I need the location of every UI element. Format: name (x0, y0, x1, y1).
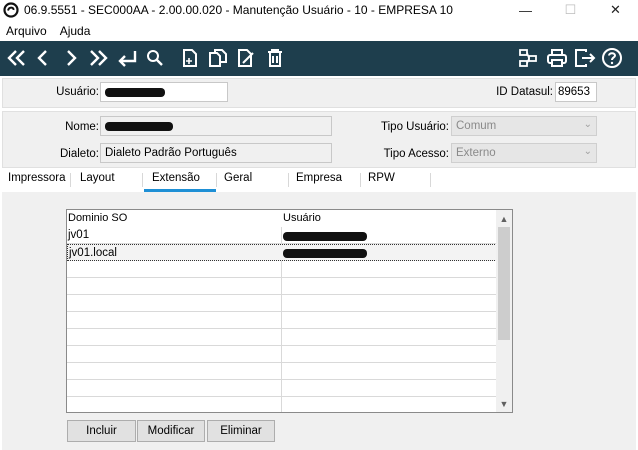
redacted-usuario-cell (283, 249, 367, 258)
menu-arquivo[interactable]: Arquivo (0, 24, 54, 38)
tab-separator (430, 173, 431, 187)
tab-geral[interactable]: Geral (224, 172, 252, 184)
column-header-usuario[interactable]: Usuário (283, 212, 321, 224)
return-icon[interactable] (115, 45, 139, 71)
table-row-empty[interactable] (67, 261, 497, 278)
previous-icon[interactable] (34, 45, 52, 71)
tab-separator (288, 173, 289, 187)
minimize-icon[interactable]: — (503, 0, 548, 20)
id-datasul-field[interactable]: 89653 (555, 82, 597, 102)
redacted-usuario-cell (283, 232, 367, 241)
structure-icon[interactable] (517, 45, 539, 71)
last-icon[interactable] (87, 45, 109, 71)
menu-bar: Arquivo Ajuda (0, 20, 638, 41)
window-title: 06.9.5551 - SEC000AA - 2.00.00.020 - Man… (24, 3, 453, 17)
first-icon[interactable] (6, 45, 28, 71)
dialeto-field[interactable]: Dialeto Padrão Português (100, 143, 332, 163)
tipo-acesso-value: Externo (456, 147, 496, 159)
header-panel: Usuário: ID Datasul: 89653 (2, 78, 636, 108)
table-row-empty[interactable] (67, 363, 497, 380)
copy-icon[interactable] (207, 45, 229, 71)
tab-rpw[interactable]: RPW (368, 172, 395, 184)
extension-grid[interactable]: Dominio SO Usuário jv01 jv01.local ▲ ▼ (66, 209, 513, 413)
cell-dominio: jv01.local (69, 247, 117, 259)
table-row[interactable]: jv01 (67, 227, 497, 244)
table-row-empty[interactable] (67, 295, 497, 312)
edit-icon[interactable] (236, 45, 258, 71)
incluir-button[interactable]: Incluir (67, 420, 136, 442)
nome-label: Nome: (65, 121, 99, 133)
details-panel: Nome: Dialeto: Dialeto Padrão Português … (2, 111, 636, 168)
toolbar (0, 41, 638, 76)
tab-layout[interactable]: Layout (80, 172, 115, 184)
tipo-acesso-label: Tipo Acesso: (383, 148, 449, 160)
column-header-dominio-so[interactable]: Dominio SO (68, 212, 127, 224)
grid-scrollbar[interactable]: ▲ ▼ (496, 210, 512, 412)
tipo-usuario-label: Tipo Usuário: (381, 121, 449, 133)
cell-dominio: jv01 (68, 229, 90, 241)
tab-separator (216, 173, 217, 187)
title-bar: 06.9.5551 - SEC000AA - 2.00.00.020 - Man… (0, 0, 638, 20)
table-row-empty[interactable] (67, 278, 497, 295)
tab-separator (360, 173, 361, 187)
app-icon (3, 2, 19, 18)
chevron-down-icon: ⌄ (583, 119, 592, 130)
scroll-down-icon[interactable]: ▼ (496, 396, 512, 411)
table-row-empty[interactable] (67, 346, 497, 363)
tab-separator (142, 173, 143, 187)
tipo-acesso-select[interactable]: Externo ⌄ (451, 143, 597, 163)
tab-separator (70, 173, 71, 187)
redacted-nome (105, 122, 173, 131)
tipo-usuario-value: Comum (456, 120, 497, 132)
nome-field[interactable] (100, 116, 332, 136)
id-datasul-label: ID Datasul: (496, 86, 553, 98)
usuario-field[interactable] (100, 82, 228, 102)
new-icon[interactable] (180, 45, 200, 71)
next-icon[interactable] (62, 45, 80, 71)
tab-extensao[interactable]: Extensão (152, 172, 200, 184)
delete-icon[interactable] (264, 45, 286, 71)
tab-impressora[interactable]: Impressora (8, 172, 66, 184)
scroll-up-icon[interactable]: ▲ (496, 211, 512, 226)
chevron-down-icon: ⌄ (583, 146, 592, 157)
help-icon[interactable] (600, 45, 624, 71)
tab-empresa[interactable]: Empresa (296, 172, 342, 184)
grid-header: Dominio SO Usuário (67, 210, 497, 227)
table-row-empty[interactable] (67, 380, 497, 397)
scrollbar-thumb[interactable] (498, 227, 510, 340)
table-row-selected[interactable]: jv01.local (67, 244, 497, 261)
redacted-usuario (105, 88, 165, 97)
search-icon[interactable] (145, 45, 165, 71)
tipo-usuario-select[interactable]: Comum ⌄ (451, 116, 597, 136)
maximize-icon[interactable]: ☐ (548, 0, 593, 20)
usuario-label: Usuário: (56, 86, 99, 98)
close-icon[interactable]: ✕ (593, 0, 638, 20)
tab-strip: Impressora Layout Extensão Geral Empresa… (2, 170, 636, 192)
menu-ajuda[interactable]: Ajuda (54, 24, 98, 38)
print-icon[interactable] (545, 45, 569, 71)
table-row-empty[interactable] (67, 329, 497, 346)
dialeto-label: Dialeto: (60, 148, 99, 160)
eliminar-button[interactable]: Eliminar (207, 420, 275, 442)
table-row-empty[interactable] (67, 312, 497, 329)
exit-icon[interactable] (573, 45, 597, 71)
modificar-button[interactable]: Modificar (137, 420, 205, 442)
